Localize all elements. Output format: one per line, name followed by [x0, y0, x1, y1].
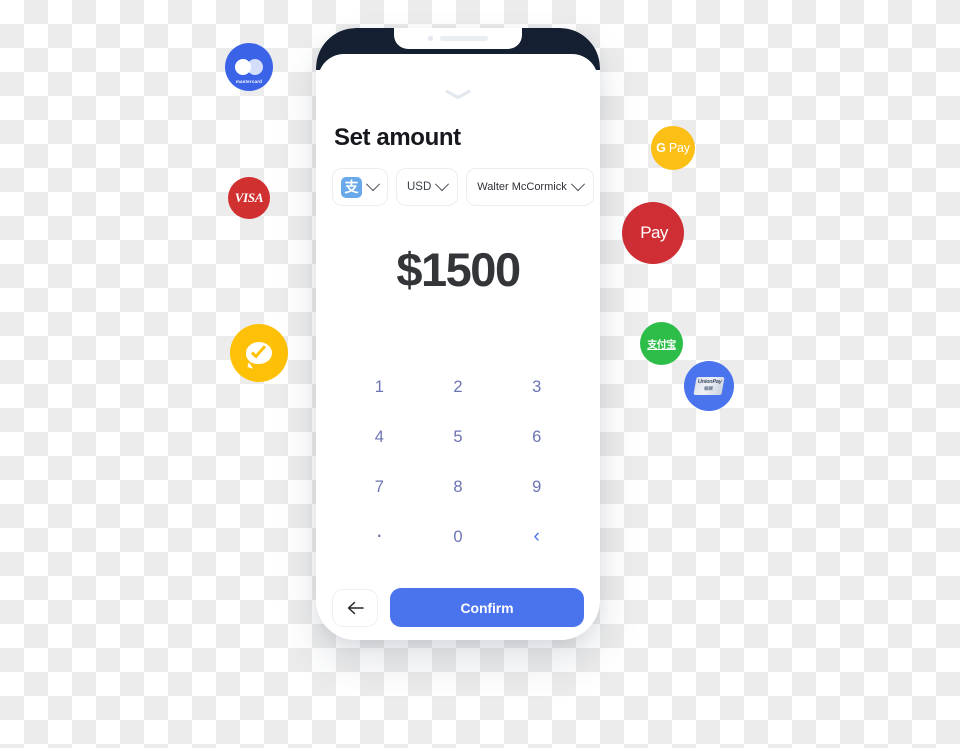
phone-notch: [394, 28, 522, 49]
recipient-value: Walter McCormick: [477, 181, 567, 193]
numeric-keypad: 1 2 3 4 5 6 7 8 9 · 0 ‹: [340, 362, 576, 562]
check-icon: [250, 342, 267, 359]
front-camera-icon: [428, 36, 433, 41]
keypad-key-1[interactable]: 1: [340, 362, 419, 412]
alipay-wordmark: 支付宝: [647, 340, 676, 351]
chevron-down-icon: [365, 177, 381, 192]
google-pay-wordmark: G Pay: [656, 141, 690, 155]
wechat-bubble-icon: [246, 342, 272, 364]
earpiece-speaker-icon: [440, 36, 488, 41]
keypad-backspace-icon[interactable]: ‹: [497, 512, 576, 562]
currency-value: USD: [407, 181, 432, 193]
phone-screen: Set amount 支 USD Walter McCormick $1500 …: [318, 54, 598, 638]
badge-apple-pay: Pay: [622, 202, 684, 264]
badge-visa: VISA: [228, 177, 270, 219]
unionpay-wordmark-cn: 银联: [703, 385, 714, 391]
payment-method-select[interactable]: 支: [332, 168, 388, 206]
mastercard-circles-icon: [235, 59, 263, 75]
unionpay-card-icon: UnionPay 银联: [693, 377, 725, 395]
keypad-key-6[interactable]: 6: [497, 412, 576, 462]
alipay-icon: 支: [341, 176, 362, 198]
badge-unionpay: UnionPay 银联: [684, 361, 734, 411]
apple-pay-wordmark: Pay: [640, 223, 668, 242]
visa-wordmark: VISA: [234, 190, 264, 205]
amount-display: $1500: [396, 243, 521, 296]
back-button[interactable]: [332, 588, 378, 627]
mastercard-wordmark: mastercard: [235, 79, 263, 84]
badge-google-pay: G Pay: [651, 126, 695, 170]
keypad-key-2[interactable]: 2: [419, 362, 498, 412]
keypad-key-7[interactable]: 7: [340, 462, 419, 512]
badge-mastercard: mastercard: [225, 43, 273, 91]
keypad-key-4[interactable]: 4: [340, 412, 419, 462]
chevron-down-icon: [570, 177, 585, 192]
selector-row: 支 USD Walter McCormick: [332, 168, 594, 206]
arrow-left-icon: [347, 601, 364, 614]
keypad-key-5[interactable]: 5: [419, 412, 498, 462]
sheet-grabber-chevron-icon[interactable]: [445, 90, 471, 99]
keypad-key-decimal[interactable]: ·: [340, 512, 419, 562]
phone-mockup: Set amount 支 USD Walter McCormick $1500 …: [316, 28, 600, 640]
keypad-key-0[interactable]: 0: [419, 512, 498, 562]
currency-select[interactable]: USD: [396, 168, 459, 206]
keypad-key-3[interactable]: 3: [497, 362, 576, 412]
bottom-action-bar: Confirm: [332, 588, 584, 627]
confirm-button[interactable]: Confirm: [390, 588, 584, 627]
keypad-key-9[interactable]: 9: [497, 462, 576, 512]
badge-wechat-pay: [230, 324, 288, 382]
keypad-key-8[interactable]: 8: [419, 462, 498, 512]
chevron-down-icon: [435, 177, 450, 192]
recipient-select[interactable]: Walter McCormick: [466, 168, 594, 206]
badge-alipay: 支付宝: [640, 322, 683, 365]
page-title: Set amount: [334, 124, 461, 151]
